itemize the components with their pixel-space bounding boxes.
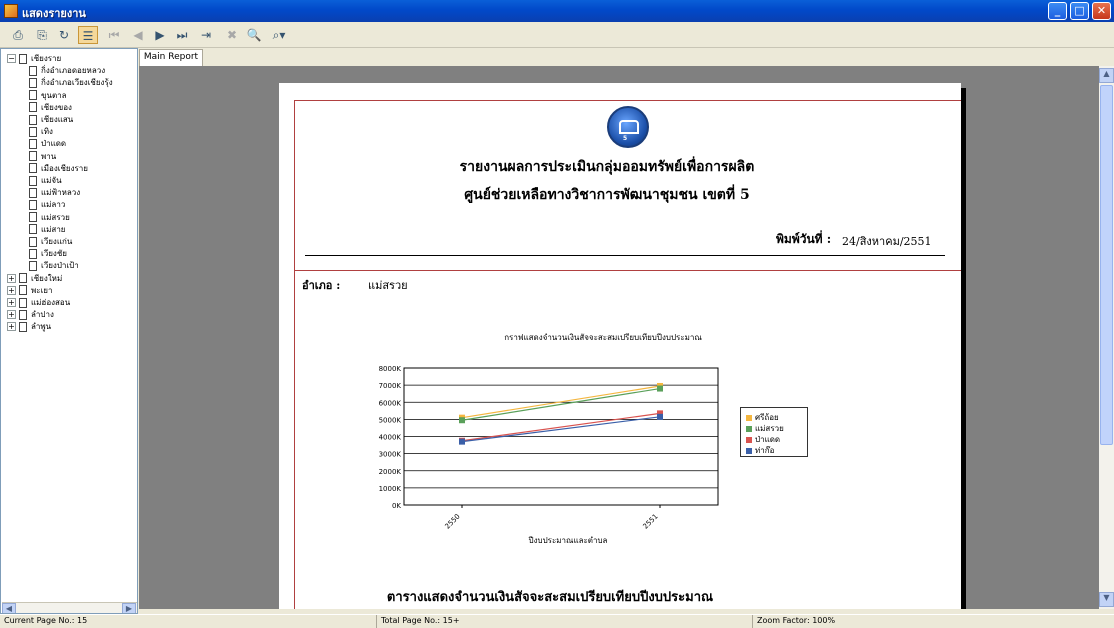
y-tick-label: 6000K (379, 399, 402, 407)
line-chart: 0K 1000K 2000K 3000K 4000K 5000K 6000K 7000K 800… (379, 365, 719, 531)
chart-x-axis-title: ปีงบประมาณและตำบล (528, 536, 608, 545)
legend-item: ศรีถ้อย (746, 411, 779, 422)
status-bar: Current Page No.: 15 Total Page No.: 15+… (0, 614, 1114, 628)
y-tick-label: 8000K (379, 365, 402, 373)
data-point (657, 413, 663, 420)
data-point (459, 438, 465, 445)
legend-swatch (746, 436, 752, 443)
legend-item: ท่าก๊อ (746, 444, 774, 455)
data-point (459, 417, 465, 424)
legend-swatch (746, 425, 752, 432)
y-tick-label: 1000K (379, 485, 402, 493)
x-tick-label: 2551 (641, 512, 659, 530)
y-tick-label: 5000K (379, 416, 402, 424)
total-page-status: Total Page No.: 15+ (376, 615, 752, 628)
x-tick-label: 2550 (443, 512, 461, 530)
legend-label: แม่สรวย (755, 424, 784, 433)
y-tick-label: 2000K (379, 468, 402, 476)
legend-label: ศรีถ้อย (755, 413, 779, 422)
data-point (657, 385, 663, 392)
legend-label: ป่าแดด (755, 435, 781, 444)
chart-legend: ศรีถ้อยแม่สรวยป่าแดดท่าก๊อ (740, 407, 808, 457)
zoom-status: Zoom Factor: 100% (752, 615, 1114, 628)
y-tick-label: 4000K (379, 434, 402, 442)
legend-item: แม่สรวย (746, 422, 784, 433)
legend-swatch (746, 447, 752, 454)
legend-label: ท่าก๊อ (755, 446, 775, 455)
report-viewer-window: แสดงรายงาน _ □ ✕ ⎙ ⎘ ↻ ☰ ⏮ ◀ ▶ ⏭ ⇥ ✖ 🔍 ⌕▾ ◀ ▶ − เชีย… (0, 0, 1114, 628)
y-tick-label: 0K (392, 502, 401, 510)
legend-swatch (746, 414, 752, 421)
y-tick-label: 3000K (379, 451, 402, 459)
current-page-status: Current Page No.: 15 (4, 616, 88, 625)
y-tick-label: 7000K (379, 382, 402, 390)
table-title: ตารางแสดงจำนวนเงินสัจจะสะสมเปรียบเทียบปี… (386, 590, 714, 605)
legend-item: ป่าแดด (746, 433, 780, 444)
